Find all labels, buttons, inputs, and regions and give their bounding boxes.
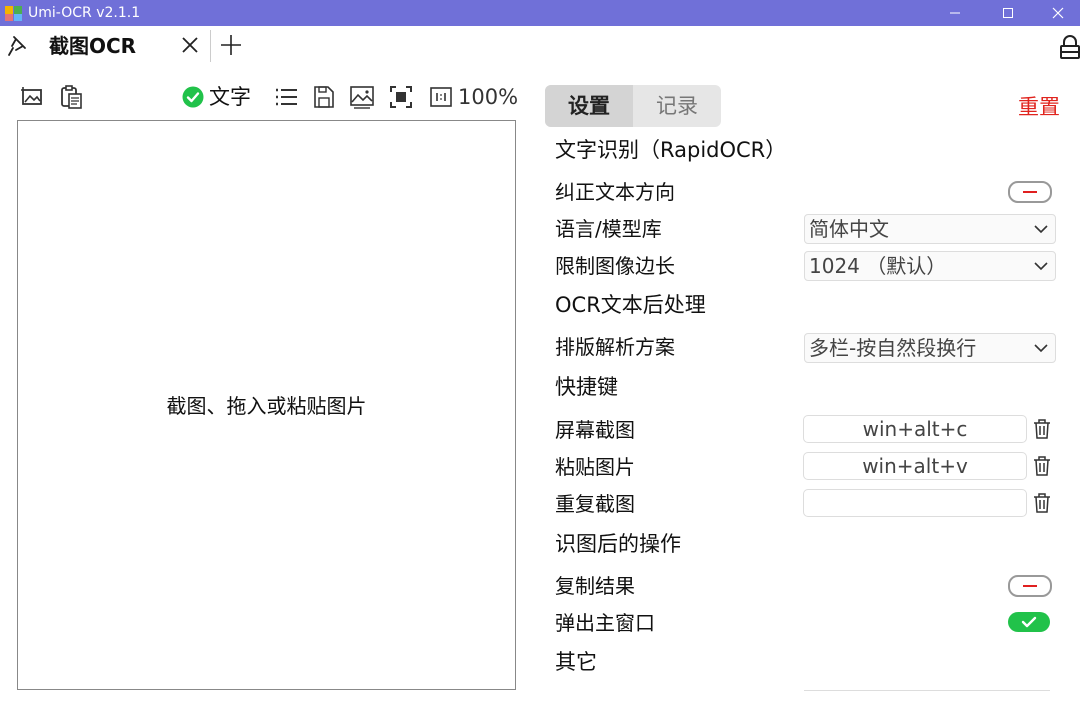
trash-icon[interactable] — [1032, 418, 1052, 440]
trash-icon[interactable] — [1032, 492, 1052, 514]
image-icon[interactable] — [349, 84, 375, 110]
toggle-off-indicator — [1023, 585, 1037, 587]
popup-main-label: 弹出主窗口 — [555, 611, 655, 635]
chevron-down-icon — [1034, 262, 1048, 271]
minimize-button[interactable] — [930, 0, 980, 26]
app-icon — [5, 6, 22, 21]
copy-result-toggle[interactable] — [1008, 575, 1052, 597]
screenshot-hotkey-field[interactable]: win+alt+c — [803, 415, 1027, 443]
text-mode-label[interactable]: 文字 — [209, 83, 251, 111]
repeat-hotkey-field[interactable] — [803, 489, 1027, 517]
list-icon[interactable] — [273, 84, 299, 110]
paste-hotkey-label: 粘贴图片 — [555, 455, 635, 479]
language-select[interactable]: 简体中文 — [804, 214, 1056, 244]
reset-button[interactable]: 重置 — [1018, 92, 1060, 122]
actual-size-icon[interactable] — [428, 84, 454, 110]
title-bar: Umi-OCR v2.1.1 — [0, 0, 1080, 26]
screenshot-icon[interactable] — [20, 84, 46, 110]
window-title: Umi-OCR v2.1.1 — [28, 5, 141, 21]
add-tab-icon[interactable] — [220, 34, 242, 56]
zoom-level[interactable]: 100% — [458, 83, 518, 111]
maximize-icon — [1003, 8, 1013, 18]
minimize-icon — [950, 12, 960, 14]
chevron-down-icon — [1034, 344, 1048, 353]
panel-tabs: 设置 记录 — [545, 85, 721, 127]
language-value: 简体中文 — [809, 217, 889, 241]
repeat-hotkey-label: 重复截图 — [555, 492, 635, 516]
paste-hotkey-field[interactable]: win+alt+v — [803, 452, 1027, 480]
tab-label: 截图OCR — [49, 34, 137, 58]
image-toolbar: 文字 100% — [0, 80, 530, 114]
partial-field-border — [804, 690, 1050, 691]
close-icon — [1052, 7, 1064, 19]
section-after-ocr: 识图后的操作 — [555, 532, 681, 556]
correct-direction-label: 纠正文本方向 — [555, 180, 675, 204]
check-icon[interactable] — [182, 86, 204, 108]
tab-settings[interactable]: 设置 — [545, 85, 633, 127]
toggle-off-indicator — [1023, 191, 1037, 193]
tab-records[interactable]: 记录 — [633, 85, 721, 127]
close-window-button[interactable] — [1036, 0, 1080, 26]
screenshot-hotkey-label: 屏幕截图 — [555, 418, 635, 442]
layout-label: 排版解析方案 — [555, 335, 675, 359]
layout-value: 多栏-按自然段换行 — [809, 336, 977, 360]
section-hotkeys: 快捷键 — [555, 375, 618, 399]
layout-select[interactable]: 多栏-按自然段换行 — [804, 333, 1056, 363]
section-postprocess: OCR文本后处理 — [555, 293, 706, 317]
trash-icon[interactable] — [1032, 455, 1052, 477]
lock-icon[interactable] — [1060, 35, 1080, 59]
language-label: 语言/模型库 — [555, 217, 662, 241]
correct-direction-toggle[interactable] — [1008, 181, 1052, 203]
limit-side-select[interactable]: 1024 （默认） — [804, 251, 1056, 281]
drop-hint: 截图、拖入或粘贴图片 — [166, 394, 367, 418]
pin-icon[interactable] — [6, 34, 28, 58]
section-ocr: 文字识别（RapidOCR） — [555, 138, 787, 162]
image-drop-area[interactable]: 截图、拖入或粘贴图片 — [17, 120, 516, 690]
tab-screenshot-ocr[interactable]: 截图OCR — [36, 26, 210, 66]
copy-result-label: 复制结果 — [555, 574, 635, 598]
limit-side-value: 1024 （默认） — [809, 254, 947, 278]
check-icon — [1021, 616, 1037, 628]
paste-icon[interactable] — [58, 84, 84, 110]
tab-close-icon[interactable] — [180, 35, 200, 55]
maximize-button[interactable] — [983, 0, 1033, 26]
save-icon[interactable] — [311, 84, 337, 110]
tab-divider — [210, 30, 211, 62]
chevron-down-icon — [1034, 225, 1048, 234]
popup-main-toggle[interactable] — [1008, 612, 1050, 632]
tab-bar: 截图OCR — [0, 26, 1080, 66]
section-other: 其它 — [555, 650, 597, 674]
limit-side-label: 限制图像边长 — [555, 254, 675, 278]
fit-icon[interactable] — [388, 84, 414, 110]
